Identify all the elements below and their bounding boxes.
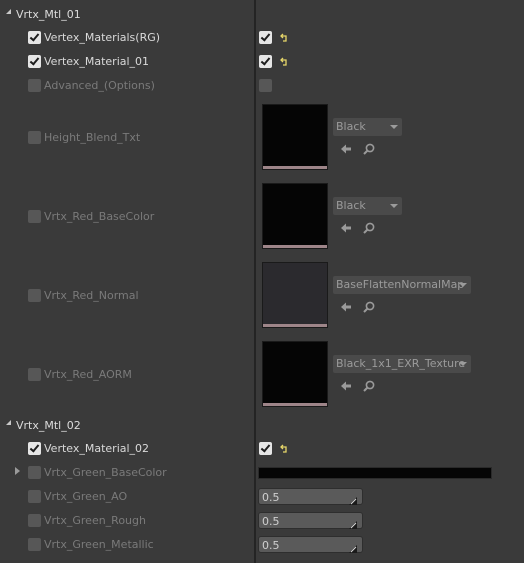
magnifier-icon[interactable] [362, 221, 376, 235]
left-arrow-icon[interactable] [339, 221, 353, 235]
param-label-advanced-options: Advanced_(Options) [44, 79, 155, 92]
magnifier-icon[interactable] [362, 379, 376, 393]
override-checkbox-vrtx-green-basecolor[interactable] [28, 466, 41, 479]
chevron-down-icon [459, 283, 467, 287]
reset-to-default-icon[interactable] [280, 444, 289, 453]
magnifier-icon[interactable] [362, 300, 376, 314]
texture-thumbnail-height-blend-txt[interactable] [262, 104, 328, 170]
chevron-down-icon [390, 204, 398, 208]
material-instance-details-panel: { "categories": [ { "label": "Vrtx_Mtl_0… [0, 0, 524, 563]
param-label-vrtx-green-ao: Vrtx_Green_AO [44, 490, 128, 503]
param-label-vertex-material-02: Vertex_Material_02 [44, 442, 150, 455]
left-arrow-icon[interactable] [339, 379, 353, 393]
value-checkbox-vertex-material-01[interactable] [259, 55, 272, 68]
override-checkbox-vertex-materials-rg[interactable] [28, 31, 41, 44]
thumbnail-strip [263, 324, 327, 327]
texture-name: Black [336, 120, 366, 133]
chevron-down-icon [390, 125, 398, 129]
value-checkbox-vertex-material-02[interactable] [259, 442, 272, 455]
param-label-vertex-materials-rg: Vertex_Materials(RG) [44, 31, 161, 44]
override-checkbox-vrtx-red-normal[interactable] [28, 289, 41, 302]
param-label-vrtx-red-aorm: Vrtx_Red_AORM [44, 368, 132, 381]
param-label-vrtx-green-basecolor: Vrtx_Green_BaseColor [44, 466, 167, 479]
reset-to-default-icon[interactable] [280, 57, 289, 66]
chevron-down-icon [459, 362, 467, 366]
thumbnail-strip [263, 403, 327, 406]
texture-thumbnail-vrtx-red-basecolor[interactable] [262, 183, 328, 249]
magnifier-icon[interactable] [362, 142, 376, 156]
resize-grip-icon[interactable] [349, 517, 357, 529]
param-label-vrtx-green-metallic: Vrtx_Green_Metallic [44, 538, 154, 551]
override-checkbox-vertex-material-02[interactable] [28, 442, 41, 455]
texture-combo-vrtx-red-aorm[interactable]: Black_1x1_EXR_Texture [333, 355, 471, 373]
param-label-height-blend-txt: Height_Blend_Txt [44, 131, 141, 144]
param-label-vrtx-red-normal: Vrtx_Red_Normal [44, 289, 139, 302]
thumbnail-strip [263, 166, 327, 169]
param-label-vertex-material-01: Vertex_Material_01 [44, 55, 150, 68]
texture-combo-vrtx-red-basecolor[interactable]: Black [333, 197, 402, 215]
param-label-vrtx-green-rough: Vrtx_Green_Rough [44, 514, 146, 527]
scalar-value: 0.5 [262, 491, 280, 504]
override-checkbox-height-blend-txt[interactable] [28, 131, 41, 144]
category-header-vrtx-mtl-02[interactable]: Vrtx_Mtl_02 [16, 419, 81, 432]
color-swatch-vrtx-green-basecolor[interactable] [258, 467, 492, 479]
scalar-value: 0.5 [262, 539, 280, 552]
texture-combo-vrtx-red-normal[interactable]: BaseFlattenNormalMap [333, 276, 471, 294]
category-collapse-arrow-icon[interactable] [6, 9, 11, 14]
resize-grip-icon[interactable] [349, 493, 357, 505]
texture-thumbnail-vrtx-red-aorm[interactable] [262, 341, 328, 407]
column-divider[interactable] [254, 0, 256, 563]
expand-arrow-icon[interactable] [15, 467, 20, 475]
scalar-input-vrtx-green-ao[interactable]: 0.5 [258, 488, 363, 505]
value-checkbox-vertex-materials-rg[interactable] [259, 31, 272, 44]
override-checkbox-vrtx-red-aorm[interactable] [28, 368, 41, 381]
texture-thumbnail-vrtx-red-normal[interactable] [262, 262, 328, 328]
left-arrow-icon[interactable] [339, 300, 353, 314]
reset-to-default-icon[interactable] [280, 33, 289, 42]
override-checkbox-vrtx-green-metallic[interactable] [28, 538, 41, 551]
texture-name: BaseFlattenNormalMap [336, 278, 465, 291]
param-label-vrtx-red-basecolor: Vrtx_Red_BaseColor [44, 210, 155, 223]
thumbnail-strip [263, 245, 327, 248]
scalar-value: 0.5 [262, 515, 280, 528]
override-checkbox-vrtx-red-basecolor[interactable] [28, 210, 41, 223]
category-collapse-arrow-icon[interactable] [6, 420, 11, 425]
override-checkbox-vrtx-green-ao[interactable] [28, 490, 41, 503]
resize-grip-icon[interactable] [349, 541, 357, 553]
left-arrow-icon[interactable] [339, 142, 353, 156]
override-checkbox-vertex-material-01[interactable] [28, 55, 41, 68]
texture-name: Black_1x1_EXR_Texture [336, 357, 466, 370]
override-checkbox-vrtx-green-rough[interactable] [28, 514, 41, 527]
scalar-input-vrtx-green-rough[interactable]: 0.5 [258, 512, 363, 529]
category-header-vrtx-mtl-01[interactable]: Vrtx_Mtl_01 [16, 8, 81, 21]
override-checkbox-advanced-options[interactable] [28, 79, 41, 92]
texture-combo-height-blend-txt[interactable]: Black [333, 118, 402, 136]
texture-name: Black [336, 199, 366, 212]
value-checkbox-advanced-options[interactable] [259, 79, 272, 92]
scalar-input-vrtx-green-metallic[interactable]: 0.5 [258, 536, 363, 553]
